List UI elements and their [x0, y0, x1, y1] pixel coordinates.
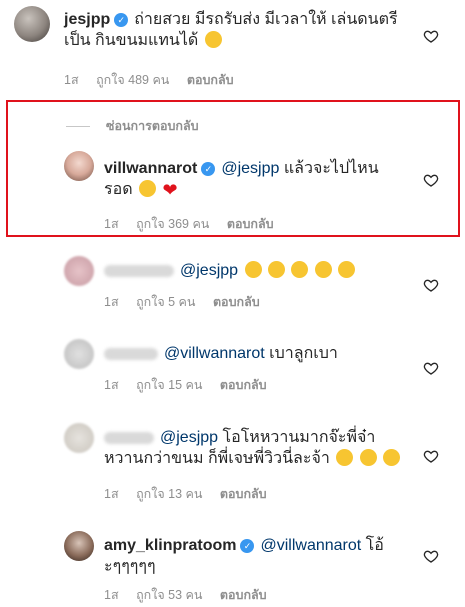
heart-outline-icon[interactable] [423, 172, 439, 188]
relieved-face-emoji-icon [204, 31, 222, 48]
like-count[interactable]: ถูกใจ 13 คน [136, 487, 202, 501]
hide-replies-button[interactable]: ซ่อนการตอบกลับ [66, 116, 199, 136]
comment-text: jesjpp ✓ ถ่ายสวย มีรถรับส่ง มีเวลาให้ เล่น… [64, 9, 414, 51]
like-count[interactable]: ถูกใจ 15 คน [136, 378, 202, 392]
grinning-face-emoji-icon [244, 261, 262, 278]
kissing-heart-emoji-icon [359, 449, 377, 466]
avatar[interactable] [64, 531, 94, 561]
comment-meta: 1ส ถูกใจ 15 คน ตอบกลับ [104, 375, 281, 395]
comment-line-2: ะๆๆๆๆๆ [104, 558, 156, 575]
comment-meta: 1ส ถูกใจ 369 คน ตอบกลับ [104, 214, 288, 234]
username[interactable]: villwannarot [104, 160, 197, 177]
comment-line-1: โอ้ [361, 537, 384, 554]
comment-line-1: แล้วจะไปไหน [279, 160, 379, 177]
comment-line-1: เบาลูกเบา [264, 345, 338, 362]
username[interactable]: amy_klinpratoom [104, 537, 236, 554]
comment-meta: 1ส ถูกใจ 13 คน ตอบกลับ [104, 484, 281, 504]
heart-outline-icon[interactable] [423, 360, 439, 376]
heart-outline-icon[interactable] [423, 28, 439, 44]
heart-outline-icon[interactable] [423, 548, 439, 564]
heart-outline-icon[interactable] [423, 448, 439, 464]
hugging-face-emoji-icon [383, 449, 401, 466]
verified-badge-icon: ✓ [240, 538, 255, 553]
smiling-face-emoji-icon [314, 261, 332, 278]
comment-meta: 1ส ถูกใจ 5 คน ตอบกลับ [104, 292, 274, 312]
heart-eyes-emoji-icon [336, 449, 354, 466]
comment-time: 1ส [104, 217, 119, 231]
mention-link[interactable]: @jesjpp [180, 262, 238, 279]
reply-button[interactable]: ตอบกลับ [227, 217, 274, 231]
comment-time: 1ส [104, 487, 119, 501]
like-count[interactable]: ถูกใจ 5 คน [136, 295, 195, 309]
mention-link[interactable]: @villwannarot [260, 537, 361, 554]
comment-time: 1ส [104, 378, 119, 392]
username[interactable]: jesjpp [64, 11, 110, 28]
comment-line-2: รอด [104, 181, 133, 198]
like-count[interactable]: ถูกใจ 53 คน [136, 588, 202, 602]
reply-button[interactable]: ตอบกลับ [213, 295, 260, 309]
avatar[interactable] [64, 423, 94, 453]
like-count[interactable]: ถูกใจ 489 คน [96, 73, 169, 87]
mention-link[interactable]: @jesjpp [221, 160, 279, 177]
hide-replies-label: ซ่อนการตอบกลับ [106, 119, 199, 133]
blurred-username [104, 264, 174, 277]
comment-text: amy_klinpratoom ✓ @villwannarot โอ้ ะๆๆๆๆๆ [104, 535, 424, 577]
comment-text: @villwannarot เบาลูกเบา [104, 343, 424, 364]
divider [66, 125, 90, 127]
kissing-face-emoji-icon [139, 180, 157, 197]
comment-line-2: หวานกว่าขนม ก็พี่เจษพี่วิวนี่ละจ้า [104, 450, 330, 467]
mention-link[interactable]: @jesjpp [160, 429, 218, 446]
grinning-face-emoji-icon [267, 261, 285, 278]
reply-button[interactable]: ตอบกลับ [220, 588, 267, 602]
comment-line-1: ถ่ายสวย มีรถรับส่ง มีเวลาให้ เล่นดนตรี [134, 11, 398, 28]
comment-text: @jesjpp โอโหหวานมากจ๊ะพี่จ๋า หวานกว่าขนม… [104, 427, 434, 469]
comment-line-2: เป็น กินขนมแทนได้ [64, 32, 199, 49]
heart-outline-icon[interactable] [423, 277, 439, 293]
comment-line-1: โอโหหวานมากจ๊ะพี่จ๋า [218, 429, 376, 446]
avatar[interactable] [64, 339, 94, 369]
verified-badge-icon: ✓ [114, 12, 129, 27]
reply-button[interactable]: ตอบกลับ [220, 487, 267, 501]
comment-text: @jesjpp [104, 260, 424, 281]
verified-badge-icon: ✓ [201, 161, 216, 176]
mention-link[interactable]: @villwannarot [164, 345, 265, 362]
smiling-face-emoji-icon [338, 261, 356, 278]
blurred-username [104, 347, 158, 360]
avatar[interactable] [64, 256, 94, 286]
red-heart-emoji-icon: ❤ [162, 180, 178, 200]
reply-button[interactable]: ตอบกลับ [187, 73, 234, 87]
comment-text: villwannarot ✓ @jesjpp แล้วจะไปไหน รอด ❤ [104, 158, 424, 201]
comment-time: 1ส [64, 73, 79, 87]
comment-time: 1ส [104, 295, 119, 309]
grinning-face-emoji-icon [291, 261, 309, 278]
avatar[interactable] [64, 151, 94, 181]
comment-meta: 1ส ถูกใจ 489 คน ตอบกลับ [64, 70, 248, 90]
comment-time: 1ส [104, 588, 119, 602]
avatar[interactable] [14, 6, 50, 42]
blurred-username [104, 431, 154, 444]
reply-button[interactable]: ตอบกลับ [220, 378, 267, 392]
comment-meta: 1ส ถูกใจ 53 คน ตอบกลับ [104, 585, 281, 605]
like-count[interactable]: ถูกใจ 369 คน [136, 217, 209, 231]
